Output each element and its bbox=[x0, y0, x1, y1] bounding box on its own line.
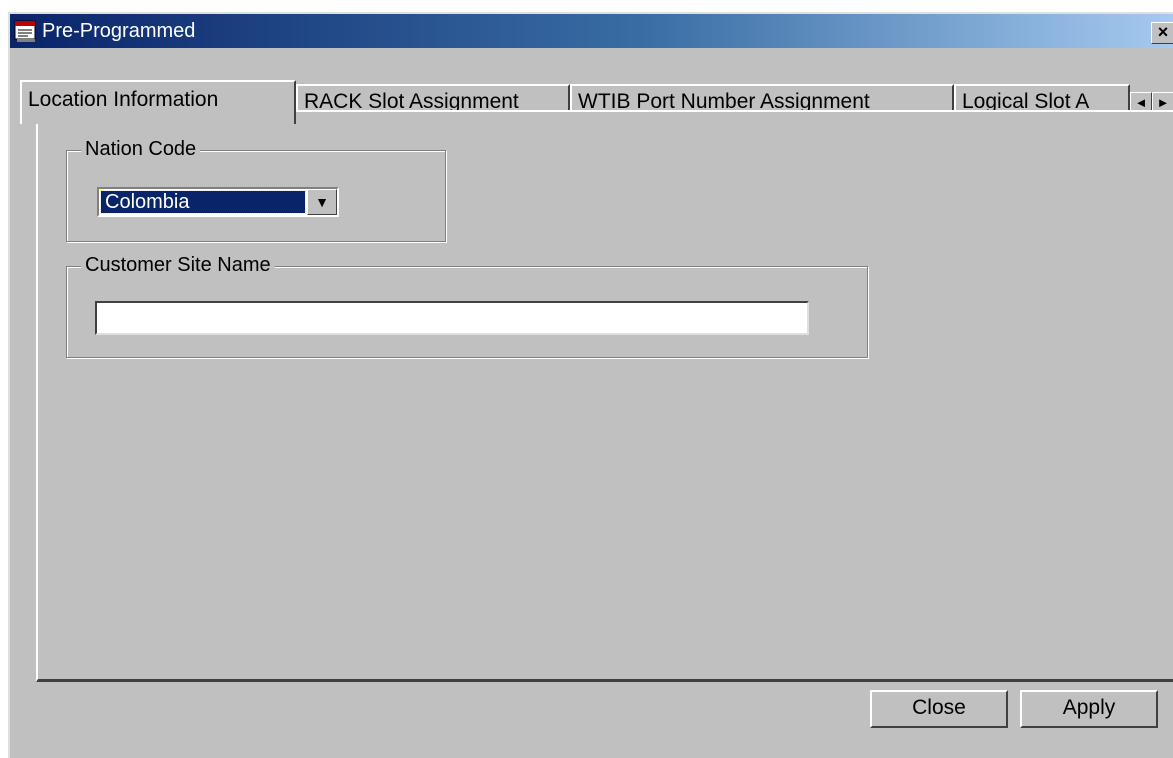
close-button[interactable]: Close bbox=[870, 690, 1008, 728]
dropdown-arrow-button[interactable]: ▼ bbox=[307, 189, 337, 215]
nation-code-group: Nation Code Colombia ▼ bbox=[66, 137, 446, 242]
arrow-right-icon: ► bbox=[1156, 95, 1170, 110]
nation-code-selected-value: Colombia bbox=[100, 190, 306, 214]
doc-app-icon bbox=[14, 20, 36, 42]
title-bar[interactable]: Pre-Programmed × bbox=[10, 14, 1173, 48]
tab-label: Location Information bbox=[28, 88, 219, 111]
location-information-panel: Nation Code Colombia ▼ Customer Site Nam… bbox=[36, 110, 1173, 682]
apply-button-label: Apply bbox=[1062, 696, 1116, 719]
customer-site-name-input[interactable] bbox=[95, 301, 809, 335]
customer-site-group: Customer Site Name bbox=[66, 253, 868, 358]
nation-code-label: Nation Code bbox=[81, 137, 201, 161]
nation-code-dropdown[interactable]: Colombia ▼ bbox=[97, 187, 339, 217]
apply-button[interactable]: Apply bbox=[1020, 690, 1158, 728]
window-title: Pre-Programmed bbox=[42, 20, 196, 42]
close-icon: × bbox=[1157, 22, 1169, 42]
pre-programmed-dialog: Pre-Programmed × Location Information RA… bbox=[8, 12, 1173, 758]
chevron-down-icon: ▼ bbox=[315, 194, 329, 210]
customer-site-name-label: Customer Site Name bbox=[81, 253, 275, 277]
close-window-button[interactable]: × bbox=[1151, 22, 1173, 44]
arrow-left-icon: ◄ bbox=[1134, 95, 1148, 110]
tab-location-information[interactable]: Location Information bbox=[20, 80, 296, 124]
close-button-label: Close bbox=[912, 696, 966, 719]
